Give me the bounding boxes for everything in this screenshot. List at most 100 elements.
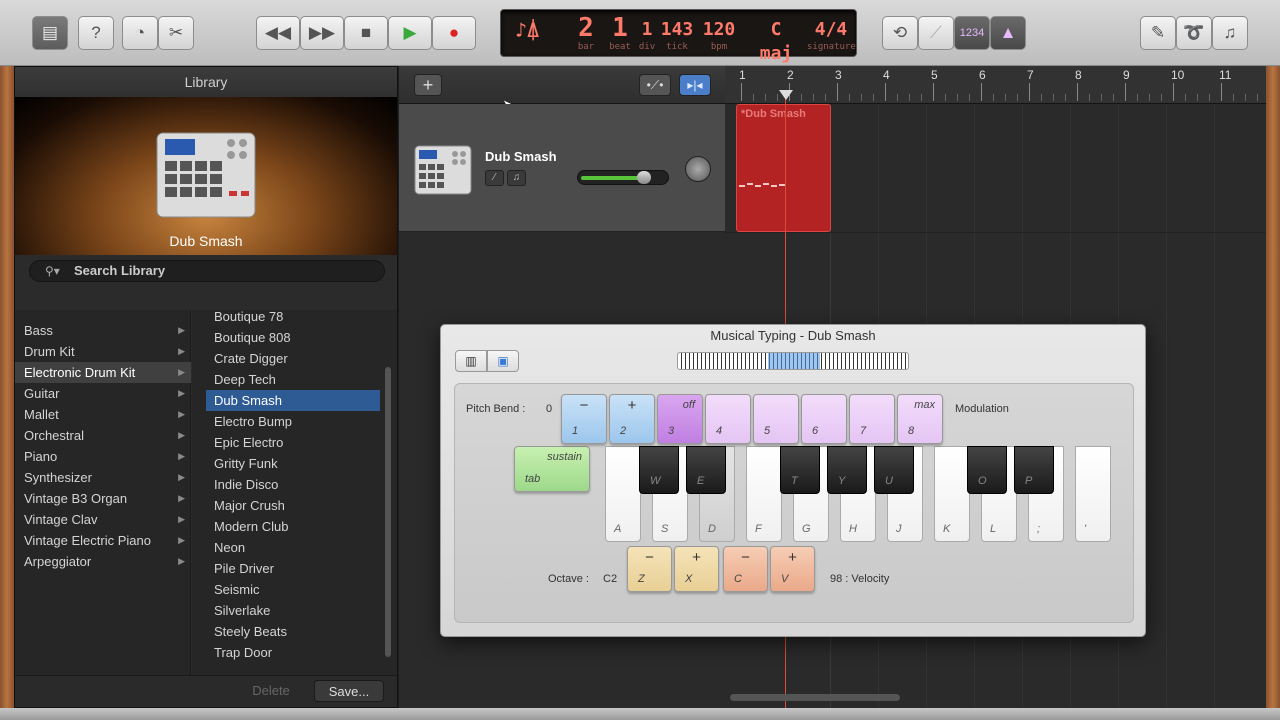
modulation-key[interactable]: 7	[849, 394, 895, 444]
record-icon[interactable]: ●	[432, 16, 476, 50]
patch-item[interactable]: Trap Door	[206, 642, 380, 663]
patch-item[interactable]: Major Crush	[206, 495, 380, 516]
lcd-display[interactable]: ♪⍋ 2bar 1beat 1div 143tick 120bpm C majk…	[500, 9, 857, 76]
patch-item[interactable]: Electro Bump	[206, 411, 380, 432]
notepad-icon[interactable]: ✎	[1140, 16, 1176, 50]
black-key[interactable]: Y	[827, 446, 867, 494]
playhead-handle[interactable]	[779, 90, 793, 100]
white-key[interactable]: K	[934, 446, 970, 542]
patch-item[interactable]: Indie Disco	[206, 474, 380, 495]
black-key[interactable]: U	[874, 446, 914, 494]
track-row[interactable]: Dub Smash ⁄ ♫	[399, 104, 725, 232]
category-label: Synthesizer	[24, 470, 92, 485]
patch-item[interactable]: Seismic	[206, 579, 380, 600]
ruler-subtick	[897, 94, 898, 101]
octave-key[interactable]: + X	[674, 546, 719, 592]
patch-item[interactable]: Deep Tech	[206, 369, 380, 390]
search-input[interactable]: Search Library	[29, 260, 385, 282]
octave-key[interactable]: − Z	[627, 546, 672, 592]
smart-controls-icon[interactable]: ◔	[122, 16, 158, 50]
keyboard-range-highlight[interactable]	[768, 353, 820, 369]
white-key[interactable]: F	[746, 446, 782, 542]
ruler-subtick	[1149, 94, 1150, 101]
category-item[interactable]: Vintage Clav ▶	[15, 509, 191, 530]
delete-button[interactable]: Delete	[235, 680, 307, 702]
category-item[interactable]: Drum Kit ▶	[15, 341, 191, 362]
black-key[interactable]: T	[780, 446, 820, 494]
loop-browser-icon[interactable]: ➰	[1176, 16, 1212, 50]
pitch-bend-key[interactable]: −1	[561, 394, 607, 444]
black-key[interactable]: O	[967, 446, 1007, 494]
stop-icon[interactable]: ■	[344, 16, 388, 50]
count-in-button[interactable]: 1234	[954, 16, 990, 50]
category-item[interactable]: Mallet ▶	[15, 404, 191, 425]
editors-icon[interactable]: ✂	[158, 16, 194, 50]
modulation-key[interactable]: 4	[705, 394, 751, 444]
save-button[interactable]: Save...	[314, 680, 384, 702]
control-bar: ▤ ? ◔ ✂ ◀◀ ▶▶ ■ ▶ ● ♪⍋ 2 bar 1 beat 1 div 1…	[0, 0, 1280, 76]
catch-playhead-icon[interactable]: ▸|◂	[679, 74, 711, 96]
library-icon[interactable]: ▤	[32, 16, 68, 50]
piano-keyboard-icon[interactable]: ▥	[455, 350, 487, 372]
typing-keyboard-icon[interactable]: ▣	[487, 350, 519, 372]
category-item[interactable]: Orchestral ▶	[15, 425, 191, 446]
volume-slider[interactable]	[577, 170, 669, 185]
black-key[interactable]: W	[639, 446, 679, 494]
white-key[interactable]: '	[1075, 446, 1111, 542]
rewind-icon[interactable]: ◀◀	[256, 16, 300, 50]
patch-item[interactable]: Epic Electro	[206, 432, 380, 453]
metronome-icon[interactable]: ▲	[990, 16, 1026, 50]
midi-region[interactable]: *Dub Smash	[736, 104, 831, 232]
patch-item[interactable]: Gritty Funk	[206, 453, 380, 474]
category-item[interactable]: Electronic Drum Kit ▶	[15, 362, 191, 383]
fast-forward-icon[interactable]: ▶▶	[300, 16, 344, 50]
patch-item[interactable]: Neon	[206, 537, 380, 558]
black-key[interactable]: P	[1014, 446, 1054, 494]
headphones-icon[interactable]: ♫	[507, 170, 526, 186]
category-item[interactable]: Vintage Electric Piano ▶	[15, 530, 191, 551]
patch-item[interactable]: Boutique 808	[206, 327, 380, 348]
volume-knob[interactable]	[637, 171, 651, 184]
automation-icon[interactable]: •⟋•	[639, 74, 671, 96]
category-label: Vintage Electric Piano	[24, 533, 151, 548]
timeline-ruler[interactable]: 1 2 3 4 5 6 7 8 9 10 11	[725, 66, 1266, 104]
patch-item[interactable]: Modern Club	[206, 516, 380, 537]
patch-item[interactable]: Steely Beats	[206, 621, 380, 642]
modulation-key[interactable]: max 8	[897, 394, 943, 444]
mute-icon[interactable]: ⁄	[485, 170, 504, 186]
modulation-key[interactable]: 6	[801, 394, 847, 444]
category-item[interactable]: Arpeggiator ▶	[15, 551, 191, 572]
tuning-fork-icon[interactable]: ⟋	[918, 16, 954, 50]
category-item[interactable]: Bass ▶	[15, 320, 191, 341]
modulation-key[interactable]: 5	[753, 394, 799, 444]
patch-item[interactable]: Crate Digger	[206, 348, 380, 369]
patch-item[interactable]: Pile Driver	[206, 558, 380, 579]
ruler-tick	[741, 83, 742, 101]
velocity-key[interactable]: + V	[770, 546, 815, 592]
velocity-key[interactable]: − C	[723, 546, 768, 592]
patch-item[interactable]: Dub Smash	[206, 390, 380, 411]
patch-item[interactable]: Silverlake	[206, 600, 380, 621]
black-key[interactable]: E	[686, 446, 726, 494]
cycle-icon[interactable]: ⟲	[882, 16, 918, 50]
sustain-key[interactable]: sustain tab	[514, 446, 590, 492]
add-track-button[interactable]: +	[414, 74, 442, 96]
patch-list-scrollbar[interactable]	[385, 367, 391, 657]
category-item[interactable]: Piano ▶	[15, 446, 191, 467]
pan-knob[interactable]	[685, 156, 711, 182]
keyboard-range-selector[interactable]	[677, 352, 909, 370]
play-icon[interactable]: ▶	[388, 16, 432, 50]
category-item[interactable]: Synthesizer ▶	[15, 467, 191, 488]
help-icon[interactable]: ?	[78, 16, 114, 50]
patch-item[interactable]: Boutique 78	[206, 306, 380, 327]
white-key[interactable]: A	[605, 446, 641, 542]
modulation-key[interactable]: off 3	[657, 394, 703, 444]
track-name[interactable]: Dub Smash	[485, 149, 557, 164]
media-browser-icon[interactable]: ♫	[1212, 16, 1248, 50]
horizontal-scrollbar[interactable]	[730, 694, 900, 701]
category-label: Bass	[24, 323, 53, 338]
category-item[interactable]: Guitar ▶	[15, 383, 191, 404]
pitch-bend-key[interactable]: +2	[609, 394, 655, 444]
tuner-icon[interactable]: ♪⍋	[507, 18, 547, 42]
category-item[interactable]: Vintage B3 Organ ▶	[15, 488, 191, 509]
